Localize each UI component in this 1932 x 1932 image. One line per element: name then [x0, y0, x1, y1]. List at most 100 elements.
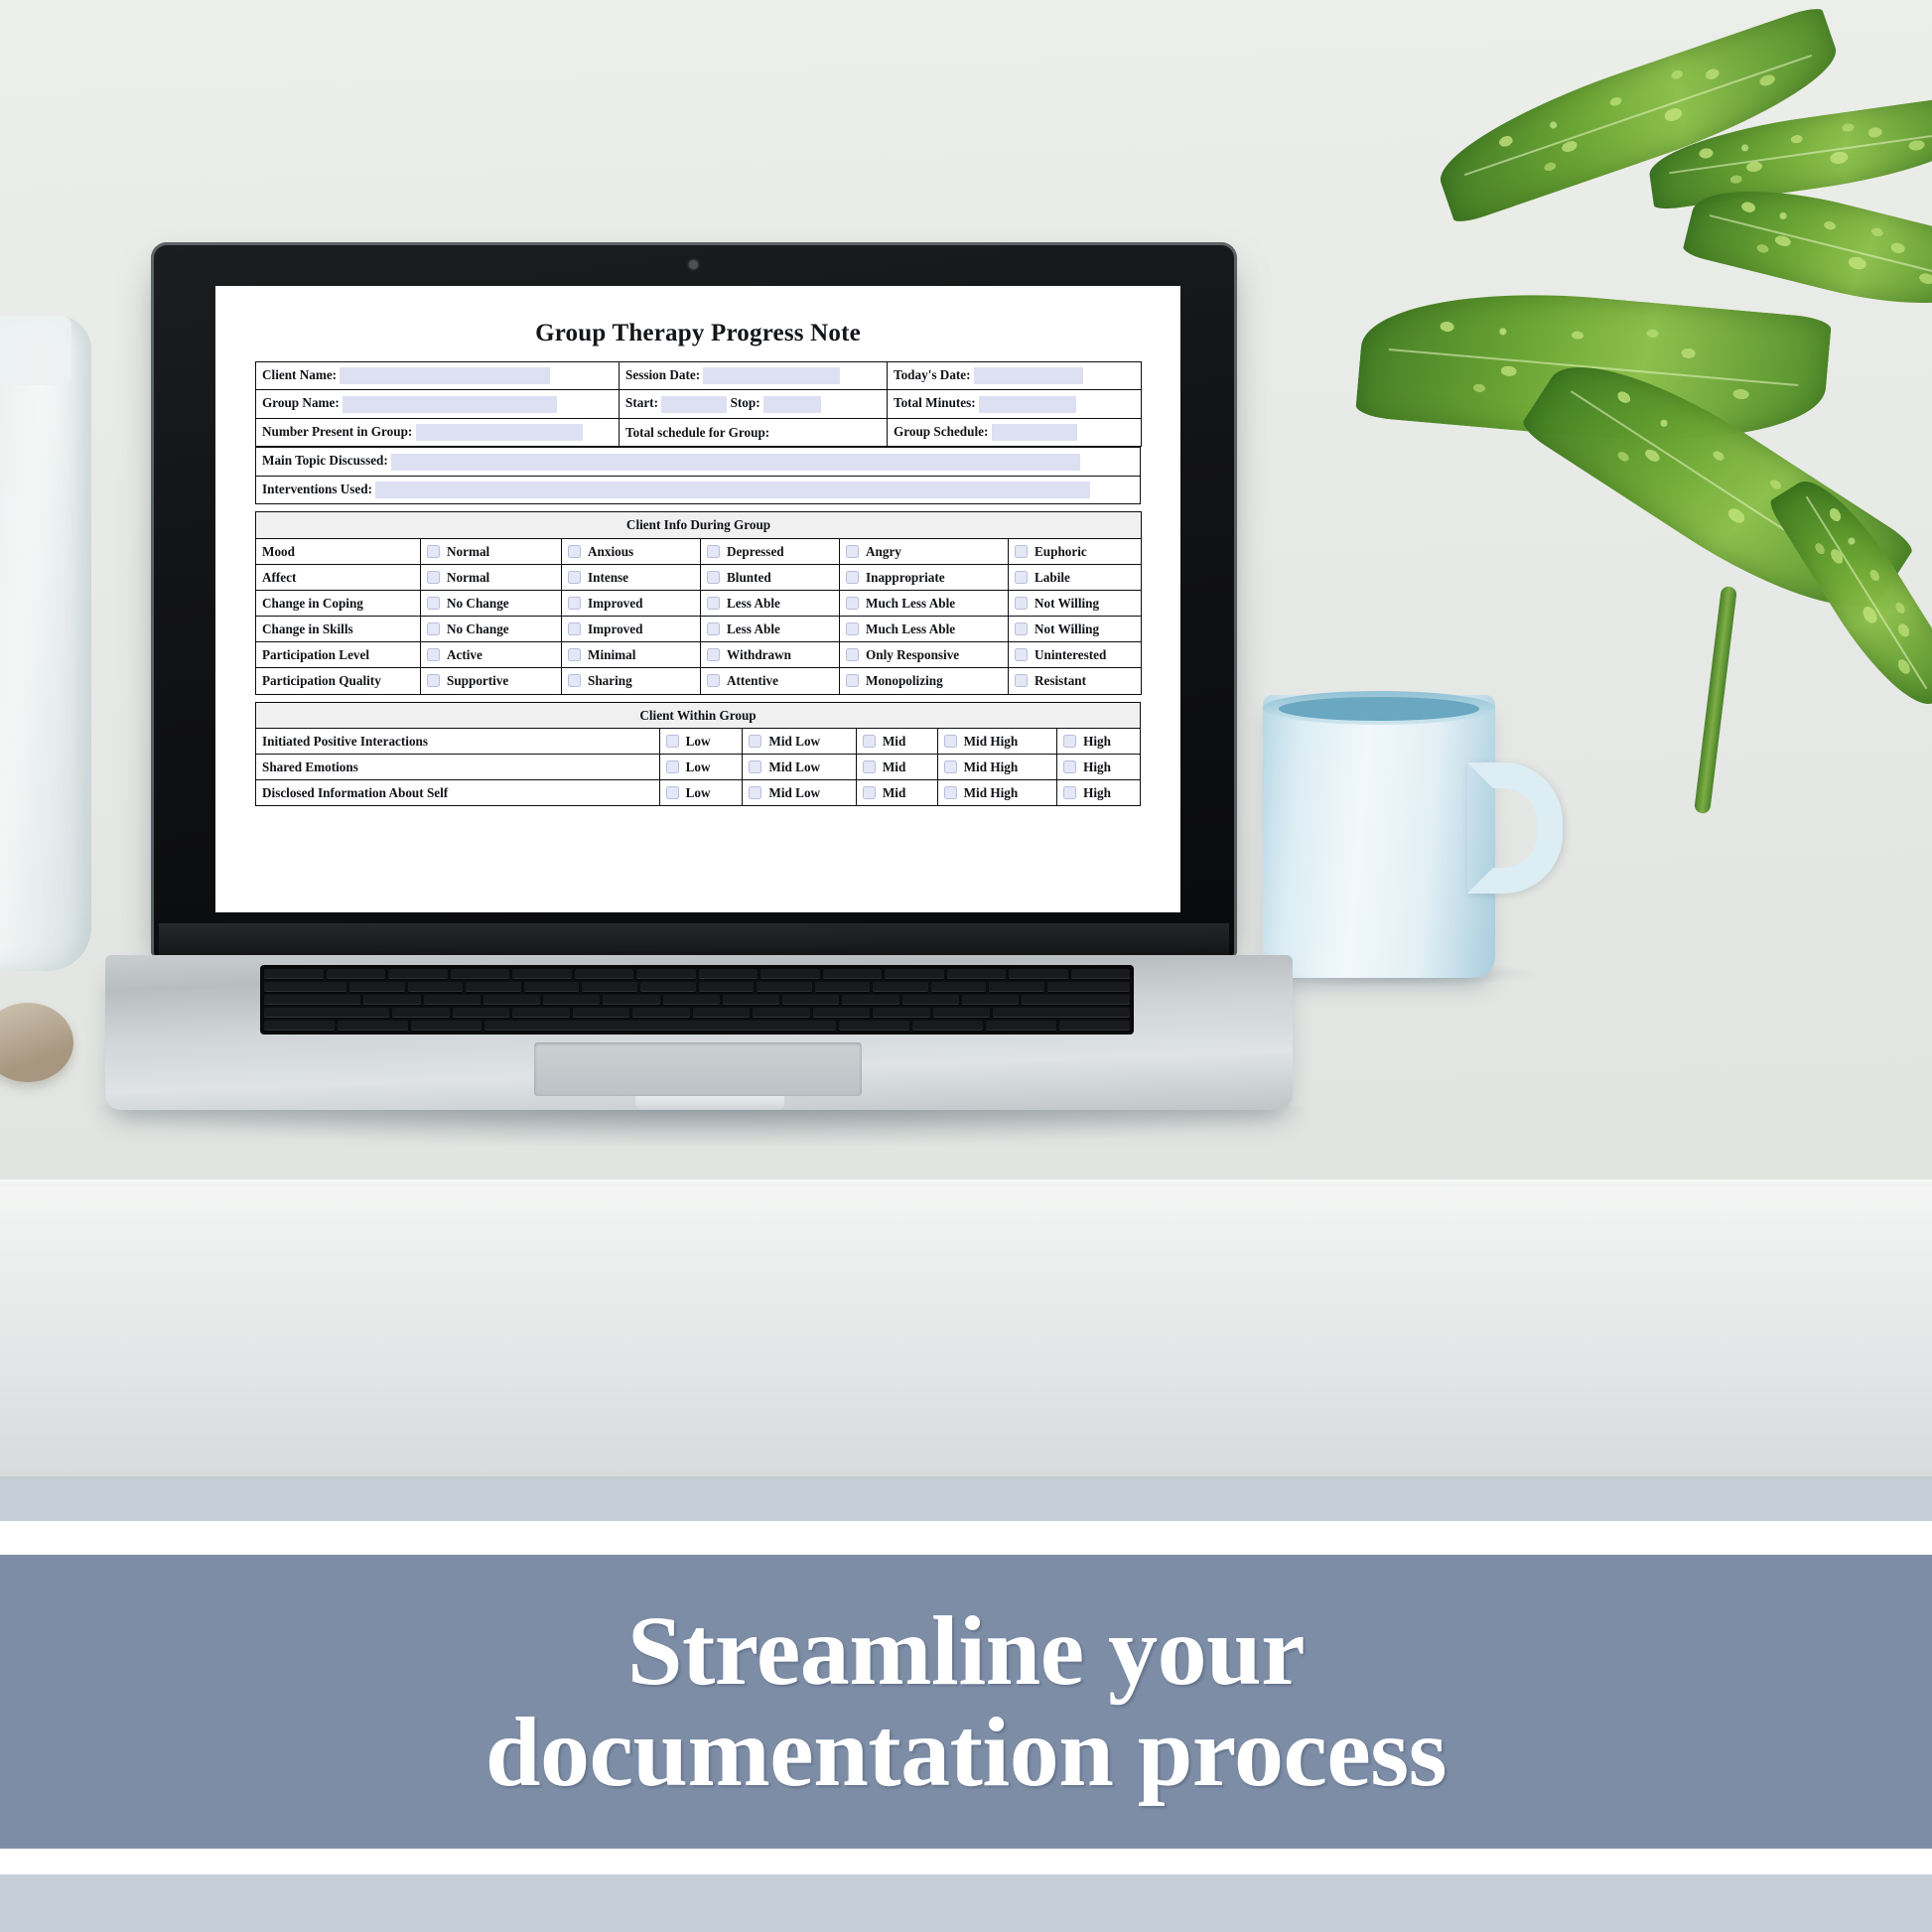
checkbox-option[interactable]: Anxious	[561, 537, 701, 565]
checkbox-icon[interactable]	[1015, 622, 1028, 636]
checkbox-icon[interactable]	[568, 596, 581, 610]
checkbox-icon[interactable]	[427, 648, 440, 662]
checkbox-icon[interactable]	[943, 734, 957, 748]
checkbox-icon[interactable]	[862, 786, 876, 800]
checkbox-option[interactable]: Mid High	[936, 753, 1058, 781]
keyboard-key[interactable]	[450, 969, 509, 979]
checkbox-icon[interactable]	[1015, 544, 1028, 558]
keyboard-key[interactable]	[1046, 982, 1130, 992]
keyboard-key[interactable]	[632, 1008, 690, 1018]
todays-date-input[interactable]	[973, 367, 1083, 385]
keyboard-key[interactable]	[582, 982, 637, 992]
checkbox-option[interactable]: High	[1056, 753, 1141, 781]
checkbox-icon[interactable]	[707, 544, 720, 558]
keyboard-key[interactable]	[512, 1008, 570, 1018]
checkbox-option[interactable]: Mid Low	[742, 727, 857, 755]
keyboard-key[interactable]	[452, 1008, 510, 1018]
client-name-input[interactable]	[340, 367, 551, 385]
checkbox-icon[interactable]	[568, 622, 581, 636]
checkbox-option[interactable]: Withdrawn	[700, 641, 840, 669]
checkbox-option[interactable]: Blunted	[700, 563, 840, 591]
checkbox-option[interactable]: Less Able	[700, 589, 840, 618]
keyboard-key[interactable]	[407, 982, 464, 992]
keyboard-key[interactable]	[264, 995, 361, 1005]
keyboard-row[interactable]	[264, 995, 1130, 1005]
keyboard-key[interactable]	[349, 982, 405, 992]
checkbox-icon[interactable]	[568, 648, 581, 662]
checkbox-option[interactable]: Mid High	[936, 779, 1058, 807]
keyboard-key[interactable]	[264, 969, 324, 979]
keyboard-key[interactable]	[423, 995, 481, 1005]
field-total-schedule[interactable]: Total schedule for Group:	[619, 417, 888, 448]
checkbox-icon[interactable]	[568, 544, 581, 558]
checkbox-option[interactable]: Mid Low	[742, 779, 857, 807]
checkbox-option[interactable]: Low	[658, 779, 744, 807]
keyboard-key[interactable]	[932, 1008, 991, 1018]
checkbox-icon[interactable]	[707, 648, 720, 662]
keyboard-key[interactable]	[337, 1021, 408, 1031]
keyboard-key[interactable]	[363, 995, 421, 1005]
keyboard-key[interactable]	[839, 1021, 910, 1031]
checkbox-option[interactable]: Normal	[420, 537, 562, 565]
keyboard-key[interactable]	[989, 982, 1044, 992]
checkbox-icon[interactable]	[427, 622, 440, 636]
checkbox-icon[interactable]	[665, 786, 679, 800]
checkbox-option[interactable]: Uninterested	[1007, 641, 1143, 669]
keyboard-key[interactable]	[912, 1021, 984, 1031]
checkbox-option[interactable]: Low	[658, 753, 744, 781]
keyboard-key[interactable]	[698, 982, 755, 992]
checkbox-option[interactable]: No Change	[420, 616, 562, 643]
keyboard-key[interactable]	[1022, 995, 1130, 1005]
checkbox-icon[interactable]	[1063, 786, 1077, 800]
group-name-input[interactable]	[343, 395, 558, 413]
checkbox-option[interactable]: Sharing	[561, 667, 701, 695]
laptop-keyboard[interactable]	[260, 965, 1134, 1035]
session-date-input[interactable]	[703, 367, 841, 385]
field-client-name[interactable]: Client Name:	[255, 360, 620, 391]
checkbox-icon[interactable]	[665, 734, 679, 748]
checkbox-icon[interactable]	[707, 622, 720, 636]
checkbox-icon[interactable]	[846, 622, 859, 636]
checkbox-icon[interactable]	[846, 570, 859, 584]
keyboard-key[interactable]	[264, 1021, 335, 1031]
checkbox-icon[interactable]	[1015, 674, 1028, 688]
keyboard-key[interactable]	[662, 995, 720, 1005]
checkbox-option[interactable]: Supportive	[420, 667, 562, 695]
checkbox-option[interactable]: Mid High	[936, 727, 1058, 755]
checkbox-icon[interactable]	[943, 759, 957, 773]
main-topic-input[interactable]	[391, 453, 1081, 471]
keyboard-key[interactable]	[543, 995, 601, 1005]
keyboard-key[interactable]	[757, 982, 812, 992]
checkbox-option[interactable]: Less Able	[700, 616, 840, 643]
checkbox-option[interactable]: Normal	[420, 563, 562, 591]
keyboard-key[interactable]	[264, 982, 347, 992]
checkbox-option[interactable]: Low	[658, 727, 744, 755]
checkbox-option[interactable]: Not Willing	[1007, 589, 1143, 618]
keyboard-key[interactable]	[388, 969, 448, 979]
checkbox-icon[interactable]	[846, 674, 859, 688]
checkbox-icon[interactable]	[707, 570, 720, 584]
field-number-present[interactable]: Number Present in Group:	[255, 417, 620, 448]
keyboard-key[interactable]	[782, 995, 840, 1005]
checkbox-option[interactable]: Intense	[561, 563, 701, 591]
checkbox-icon[interactable]	[427, 570, 440, 584]
keyboard-key[interactable]	[930, 982, 987, 992]
keyboard-key[interactable]	[885, 969, 944, 979]
checkbox-icon[interactable]	[1015, 648, 1028, 662]
keyboard-row[interactable]	[264, 1008, 1130, 1018]
checkbox-icon[interactable]	[1015, 596, 1028, 610]
checkbox-icon[interactable]	[568, 674, 581, 688]
checkbox-option[interactable]: No Change	[420, 589, 562, 618]
checkbox-option[interactable]: Only Responsive	[839, 641, 1009, 669]
checkbox-icon[interactable]	[846, 596, 859, 610]
keyboard-key[interactable]	[698, 969, 758, 979]
checkbox-option[interactable]: Angry	[839, 537, 1009, 565]
checkbox-option[interactable]: Resistant	[1007, 667, 1143, 695]
keyboard-key[interactable]	[873, 1008, 930, 1018]
keyboard-key[interactable]	[512, 969, 572, 979]
interventions-used-input[interactable]	[375, 482, 1091, 499]
keyboard-key[interactable]	[1009, 969, 1068, 979]
checkbox-option[interactable]: Inappropriate	[839, 563, 1009, 591]
keyboard-key[interactable]	[326, 969, 385, 979]
checkbox-option[interactable]: Improved	[561, 589, 701, 618]
